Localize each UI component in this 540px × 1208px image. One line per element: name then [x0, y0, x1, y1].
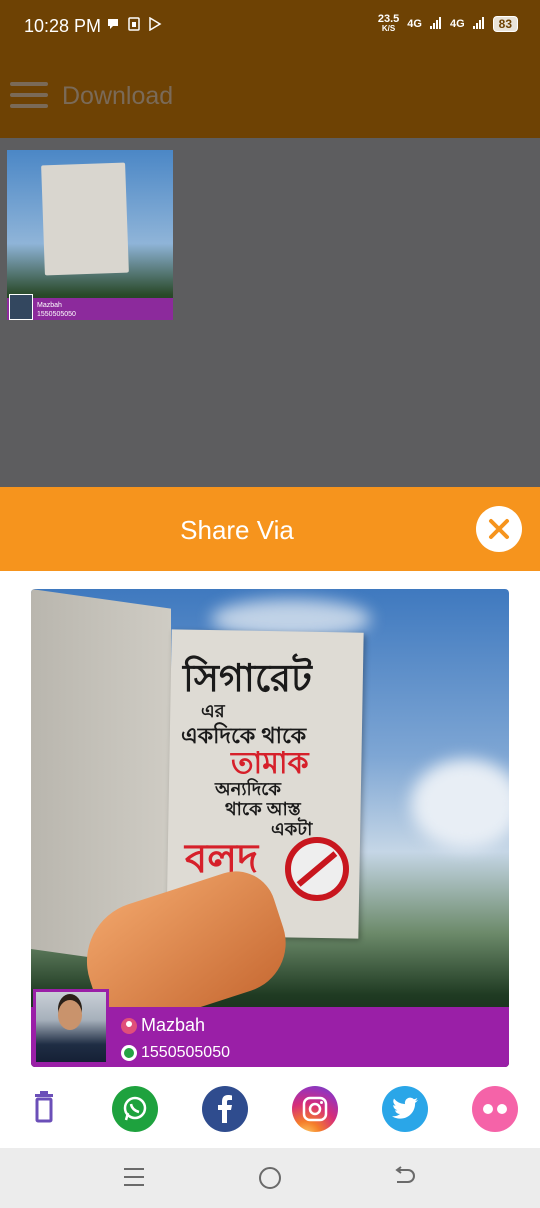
status-right-icons: 23.5 K/S 4G 4G 83: [378, 14, 518, 34]
person-icon: [121, 1017, 137, 1034]
whatsapp-icon: [123, 1096, 147, 1121]
share-whatsapp-button[interactable]: [112, 1086, 158, 1132]
network-speed: 23.5 K/S: [377, 13, 400, 34]
download-gallery: Mazbah 1550505050: [0, 138, 540, 487]
trash-icon: [35, 1091, 53, 1123]
share-dialog-title: Share Via: [180, 515, 294, 545]
play-store-icon: [148, 16, 162, 34]
sim-card-icon: [128, 17, 140, 34]
share-actions: [0, 1076, 540, 1140]
share-flickr-button[interactable]: [472, 1086, 518, 1132]
facebook-icon: [218, 1095, 232, 1123]
signal-4g-2: 4G: [449, 18, 465, 30]
profile-phone-row: 1550505050: [121, 1044, 230, 1062]
gallery-thumbnail[interactable]: Mazbah 1550505050: [7, 150, 173, 320]
signal-bars-icon: [429, 16, 442, 32]
profile-phone: 1550505050: [141, 1044, 230, 1061]
status-notification-icons: [106, 16, 162, 34]
close-button[interactable]: [476, 506, 522, 552]
chat-bubble-icon: [106, 17, 120, 34]
app-bar: Download: [0, 54, 540, 138]
share-dialog-header: Share Via: [0, 487, 540, 571]
whatsapp-mini-icon: [121, 1045, 137, 1061]
twitter-icon: [392, 1097, 418, 1119]
share-instagram-button[interactable]: [292, 1086, 338, 1132]
system-nav-bar: [0, 1148, 540, 1208]
signal-bars-icon: [472, 16, 485, 32]
battery-indicator: 83: [492, 16, 518, 32]
close-icon: [478, 508, 520, 550]
no-smoking-icon: [285, 837, 349, 901]
thumbnail-avatar: [9, 294, 33, 320]
profile-name-row: Mazbah: [121, 1015, 205, 1036]
back-icon[interactable]: [392, 1164, 416, 1193]
status-bar: 10:28 PM 23.5 K/S 4G 4G 83: [0, 0, 540, 54]
share-twitter-button[interactable]: [382, 1086, 428, 1132]
status-time: 10:28 PM: [24, 16, 102, 36]
instagram-icon: [302, 1096, 328, 1122]
signal-4g-1: 4G: [407, 18, 422, 30]
share-facebook-button[interactable]: [202, 1086, 248, 1132]
share-dialog-body: সিগারেট এর একদিকে থাকে তামাক অন্যদিকে থা…: [0, 571, 540, 1148]
avatar: [33, 989, 109, 1065]
thumbnail-phone: 1550505050: [37, 311, 76, 318]
shared-image-preview: সিগারেট এর একদিকে থাকে তামাক অন্যদিকে থা…: [31, 589, 509, 1067]
delete-button[interactable]: [26, 1090, 62, 1126]
hamburger-menu-icon[interactable]: [10, 82, 48, 110]
profile-name: Mazbah: [141, 1015, 206, 1035]
thumbnail-name: Mazbah: [37, 302, 62, 309]
recent-apps-icon[interactable]: [124, 1168, 144, 1192]
flickr-icon: [481, 1104, 509, 1114]
home-icon[interactable]: [259, 1167, 281, 1189]
page-title: Download: [62, 82, 174, 110]
